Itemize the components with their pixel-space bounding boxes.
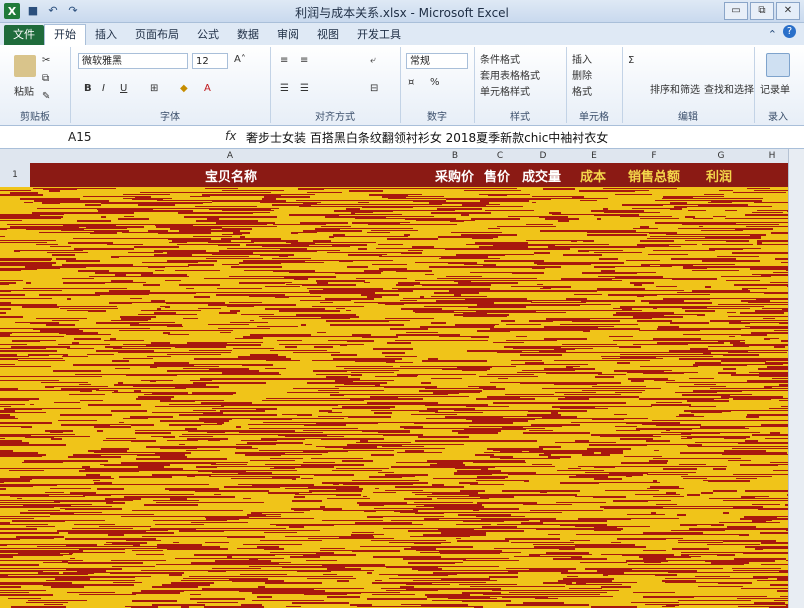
borders-icon[interactable]: ⊞ — [150, 83, 158, 94]
ribbon-tabs: 文件 开始 插入 页面布局 公式 数据 审阅 视图 开发工具 ⌃ ? — [0, 23, 804, 45]
format-cells-button[interactable]: 格式 — [572, 83, 592, 98]
copy-icon[interactable]: ⧉ — [42, 73, 49, 84]
record-group: 记录单 录入 — [754, 47, 802, 123]
tab-home[interactable]: 开始 — [44, 24, 86, 45]
align-middle-icon[interactable]: ≡ — [300, 55, 308, 66]
font-group-label: 字体 — [160, 112, 180, 123]
header-volume[interactable]: 成交量 — [522, 166, 561, 185]
tab-developer[interactable]: 开发工具 — [348, 25, 410, 45]
font-group: 微软雅黑 12 A˄ B I U ⊞ ◆ A 字体 — [70, 47, 271, 123]
header-cost[interactable]: 成本 — [580, 166, 606, 185]
form-icon[interactable] — [766, 53, 790, 77]
ribbon-right-controls: ⌃ ? — [768, 25, 804, 45]
clipboard-group: 粘贴 ✂ ⧉ ✎ 剪贴板 — [0, 47, 71, 123]
row-header-1[interactable]: 1 — [0, 163, 30, 187]
header-row: 1 宝贝名称 采购价 售价 成交量 成本 销售总额 利润 — [0, 163, 804, 187]
fx-icon[interactable]: fx — [225, 129, 236, 143]
column-header-g[interactable]: G — [686, 149, 756, 163]
vertical-scrollbar[interactable] — [788, 149, 804, 608]
cell-styles-button[interactable]: 单元格样式 — [480, 83, 530, 98]
tab-data[interactable]: 数据 — [228, 25, 268, 45]
editing-group: Σ 排序和筛选 查找和选择 编辑 — [622, 47, 755, 123]
ribbon: 粘贴 ✂ ⧉ ✎ 剪贴板 微软雅黑 12 A˄ B I U ⊞ ◆ A 字体 ≡… — [0, 45, 804, 126]
record-group-label: 录入 — [768, 112, 788, 123]
tab-insert[interactable]: 插入 — [86, 25, 126, 45]
currency-icon[interactable]: ¤ — [408, 77, 414, 88]
merge-center-icon[interactable]: ⊟ — [370, 83, 378, 94]
format-as-table-button[interactable]: 套用表格格式 — [480, 67, 540, 82]
header-item-name[interactable]: 宝贝名称 — [205, 166, 257, 185]
sort-filter-button[interactable]: 排序和筛选 — [650, 81, 700, 96]
close-button[interactable]: ✕ — [776, 2, 800, 20]
styles-group-label: 样式 — [510, 112, 530, 123]
tab-review[interactable]: 审阅 — [268, 25, 308, 45]
font-color-icon[interactable]: A — [204, 83, 211, 94]
corrupted-cell-area — [0, 188, 804, 608]
window-controls: ▭ ⧉ ✕ — [724, 2, 800, 20]
cut-icon[interactable]: ✂ — [42, 55, 50, 66]
cells-group: 插入 删除 格式 单元格 — [566, 47, 623, 123]
number-group: 常规 % ¤ 数字 — [400, 47, 475, 123]
formula-bar: A15 fx 奢步士女装 百搭黑白条纹翻领衬衫女 2018夏季新款chic中袖衬… — [0, 126, 804, 149]
styles-group: 条件格式 套用表格格式 单元格样式 样式 — [474, 47, 567, 123]
clipboard-group-label: 剪贴板 — [20, 112, 50, 123]
underline-button[interactable]: U — [120, 83, 127, 94]
paste-label[interactable]: 粘贴 — [14, 83, 34, 98]
formula-input[interactable]: 奢步士女装 百搭黑白条纹翻领衬衫女 2018夏季新款chic中袖衬衣女 — [246, 129, 608, 146]
title-bar: X ■ ↶ ↷ 利润与成本关系.xlsx - Microsoft Excel ▭… — [0, 0, 804, 23]
font-name-select[interactable]: 微软雅黑 — [78, 53, 188, 69]
insert-cells-button[interactable]: 插入 — [572, 51, 592, 66]
header-purchase-price[interactable]: 采购价 — [435, 166, 474, 185]
font-size-select[interactable]: 12 — [192, 53, 228, 69]
header-total-sales[interactable]: 销售总额 — [628, 166, 680, 185]
tab-formulas[interactable]: 公式 — [188, 25, 228, 45]
find-select-button[interactable]: 查找和选择 — [704, 81, 754, 96]
minimize-button[interactable]: ▭ — [724, 2, 748, 20]
autosum-icon[interactable]: Σ — [628, 55, 634, 66]
column-header-b[interactable]: B — [430, 149, 480, 163]
column-header-h[interactable]: H — [756, 149, 788, 163]
column-headers: A B C D E F G H — [0, 149, 804, 164]
header-sale-price[interactable]: 售价 — [484, 166, 510, 185]
number-format-select[interactable]: 常规 — [406, 53, 468, 69]
alignment-group: ≡ ≡ ☰ ☰ ⤶ ⊟ 对齐方式 — [270, 47, 401, 123]
grow-font-icon[interactable]: A˄ — [234, 54, 246, 65]
minimize-ribbon-icon[interactable]: ⌃ — [768, 25, 777, 45]
form-button[interactable]: 记录单 — [760, 81, 790, 96]
bold-button[interactable]: B — [84, 83, 92, 94]
align-center-icon[interactable]: ☰ — [300, 83, 309, 94]
column-header-e[interactable]: E — [566, 149, 622, 163]
percent-button[interactable]: % — [430, 77, 440, 88]
column-header-c[interactable]: C — [480, 149, 520, 163]
conditional-format-button[interactable]: 条件格式 — [480, 51, 520, 66]
align-top-icon[interactable]: ≡ — [280, 55, 288, 66]
alignment-group-label: 对齐方式 — [315, 112, 355, 123]
header-profit[interactable]: 利润 — [706, 166, 732, 185]
help-icon[interactable]: ? — [783, 25, 796, 38]
tab-view[interactable]: 视图 — [308, 25, 348, 45]
align-left-icon[interactable]: ☰ — [280, 83, 289, 94]
wrap-text-icon[interactable]: ⤶ — [370, 55, 376, 66]
editing-group-label: 编辑 — [678, 112, 698, 123]
delete-cells-button[interactable]: 删除 — [572, 67, 592, 82]
column-header-a[interactable]: A — [30, 149, 430, 163]
tab-file[interactable]: 文件 — [4, 25, 44, 45]
window-title: 利润与成本关系.xlsx - Microsoft Excel — [295, 6, 509, 20]
column-header-d[interactable]: D — [520, 149, 566, 163]
tab-page-layout[interactable]: 页面布局 — [126, 25, 188, 45]
fill-color-icon[interactable]: ◆ — [180, 83, 188, 94]
cells-group-label: 单元格 — [579, 112, 609, 123]
name-box[interactable]: A15 — [18, 129, 138, 145]
number-group-label: 数字 — [427, 112, 447, 123]
italic-button[interactable]: I — [102, 83, 105, 94]
paste-icon[interactable] — [14, 55, 36, 77]
column-header-f[interactable]: F — [622, 149, 686, 163]
format-painter-icon[interactable]: ✎ — [42, 91, 50, 102]
restore-button[interactable]: ⧉ — [750, 2, 774, 20]
